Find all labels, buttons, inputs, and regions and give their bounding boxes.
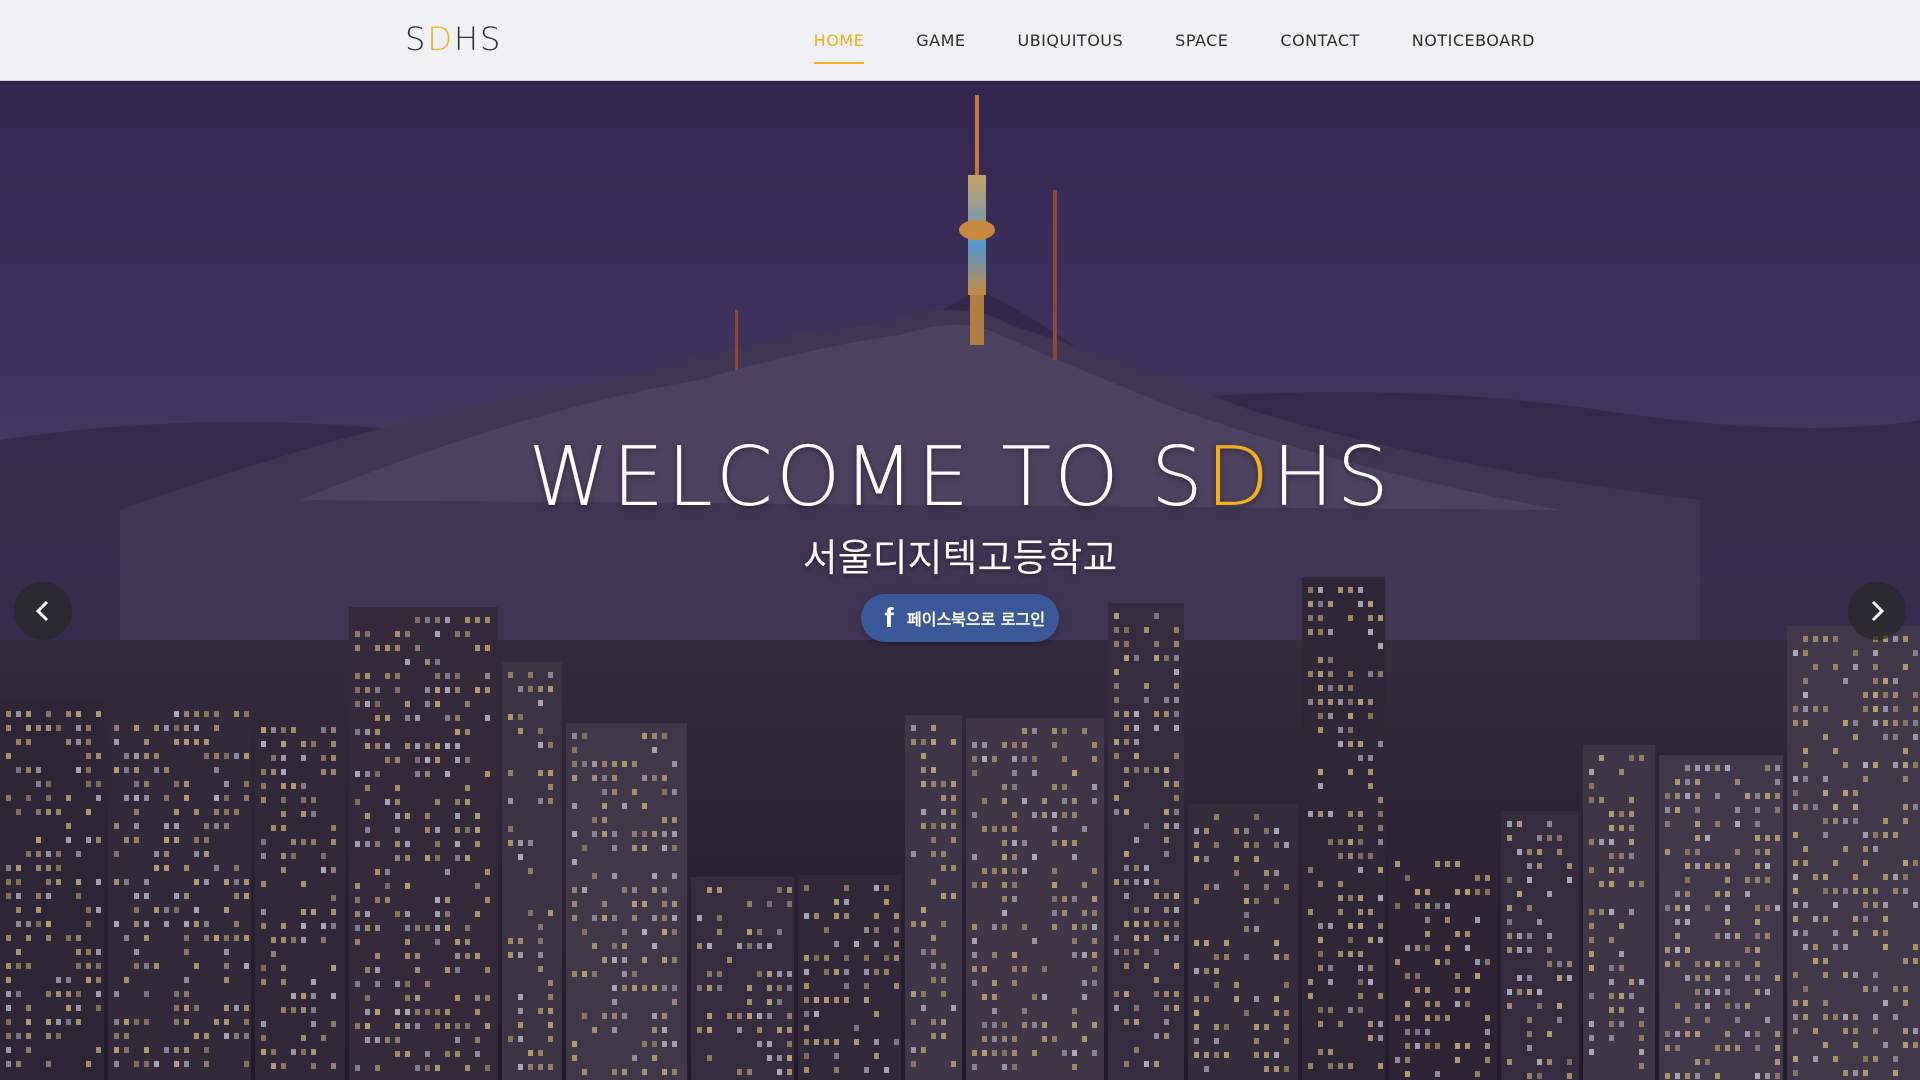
facebook-icon: f	[884, 602, 894, 633]
facebook-login-label: 페이스북으로 로그인	[907, 610, 1046, 629]
logo-suffix: HS	[453, 20, 503, 58]
hero-subtitle: 서울디지텍고등학교	[802, 536, 1118, 580]
chevron-right-icon	[1871, 600, 1885, 622]
site-logo[interactable]: SDHS	[405, 20, 502, 58]
logo-prefix: S	[405, 20, 428, 58]
nav-contact[interactable]: CONTACT	[1280, 31, 1359, 50]
logo-accent: D	[427, 20, 454, 58]
top-navbar: SDHS HOME GAME UBIQUITOUS SPACE CONTACT …	[0, 0, 1920, 81]
nav-home[interactable]: HOME	[813, 31, 865, 64]
carousel-next-button[interactable]	[1848, 582, 1906, 640]
hero-title-suffix: HS	[1272, 430, 1392, 525]
hero-title: WELCOME TO SDHS	[0, 430, 1920, 525]
nav-ubiquitous[interactable]: UBIQUITOUS	[1017, 31, 1123, 50]
nav-noticeboard[interactable]: NOTICEBOARD	[1412, 31, 1535, 50]
main-nav: HOME GAME UBIQUITOUS SPACE CONTACT NOTIC…	[813, 0, 1535, 80]
hero-title-prefix: WELCOME TO S	[528, 430, 1206, 525]
facebook-login-button[interactable]: f 페이스북으로 로그인	[861, 594, 1059, 642]
carousel-prev-button[interactable]	[14, 582, 72, 640]
hero-carousel: WELCOME TO SDHS 서울디지텍고등학교 f 페이스북으로 로그인	[0, 80, 1920, 1080]
chevron-left-icon	[35, 600, 49, 622]
nav-space[interactable]: SPACE	[1175, 31, 1228, 50]
nav-game[interactable]: GAME	[916, 31, 965, 50]
hero-title-accent: D	[1205, 430, 1273, 525]
